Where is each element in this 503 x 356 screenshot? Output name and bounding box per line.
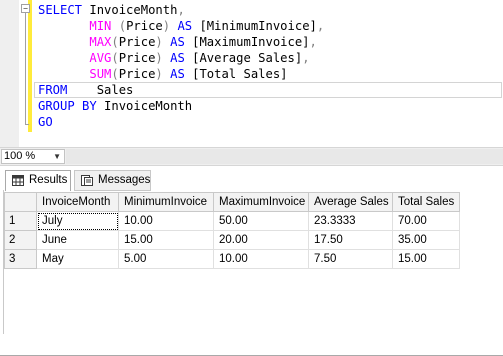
code-token: ) — [162, 19, 171, 33]
grid-cell[interactable]: July — [36, 211, 119, 231]
grid-cell[interactable]: 20.00 — [213, 230, 309, 250]
code-token: InvoiceMonth — [89, 3, 178, 17]
code-token: AS — [162, 67, 193, 81]
code-token: MIN — [89, 19, 112, 33]
code-token: Price — [126, 19, 163, 33]
table-row[interactable]: 3 May 5.00 10.00 7.50 15.00 — [4, 249, 460, 269]
table-row[interactable]: 2 June 15.00 20.00 17.50 35.00 — [4, 230, 460, 250]
outline-line — [25, 13, 26, 125]
code-token: [MinimumInvoice] — [199, 19, 317, 33]
zoom-value: 100 % — [4, 150, 36, 162]
code-token: AVG — [89, 51, 112, 65]
row-number[interactable]: 1 — [4, 211, 37, 231]
code-token: SELECT — [38, 3, 90, 17]
results-grid[interactable]: InvoiceMonth MinimumInvoice MaximumInvoi… — [4, 192, 460, 269]
code-line[interactable]: AVG(Price) AS [Average Sales], — [38, 50, 310, 66]
corner-cell[interactable] — [4, 192, 37, 212]
results-tab-strip: Results Messages — [0, 165, 503, 356]
table-row[interactable]: 1 July 10.00 50.00 23.3333 70.00 — [4, 211, 460, 231]
grid-cell[interactable]: 5.00 — [118, 249, 214, 269]
code-token: Price — [118, 35, 156, 49]
grid-icon — [12, 175, 24, 186]
code-token: Price — [118, 51, 156, 65]
grid-cell[interactable]: 15.00 — [392, 249, 460, 269]
code-token: InvoiceMonth — [104, 99, 193, 113]
code-token: AS — [170, 19, 200, 33]
grid-cell[interactable]: 15.00 — [118, 230, 214, 250]
code-line[interactable]: FROM Sales — [38, 82, 133, 98]
grid-cell[interactable]: May — [36, 249, 119, 269]
code-token: , — [309, 35, 317, 49]
tab-messages[interactable]: Messages — [74, 170, 151, 191]
grid-cell[interactable]: 70.00 — [392, 211, 460, 231]
tab-results-label: Results — [29, 174, 68, 186]
code-token: , — [302, 51, 310, 65]
column-header[interactable]: Average Sales — [308, 192, 393, 212]
grid-cell[interactable]: 10.00 — [213, 249, 309, 269]
code-token: ( — [111, 35, 119, 49]
code-token: [Total Sales] — [192, 67, 288, 81]
code-token: ( — [111, 67, 119, 81]
code-token: Sales — [67, 83, 134, 97]
column-header[interactable]: MinimumInvoice — [118, 192, 214, 212]
code-token: ( — [111, 19, 127, 33]
tab-messages-label: Messages — [98, 174, 151, 186]
row-number[interactable]: 3 — [4, 249, 37, 269]
code-token: FROM — [38, 83, 68, 97]
code-token: [MaximumInvoice] — [192, 35, 310, 49]
grid-cell[interactable]: 50.00 — [213, 211, 309, 231]
zoom-bar: 100 % ▼ — [0, 147, 503, 166]
code-line[interactable]: SELECT InvoiceMonth, — [38, 2, 185, 18]
code-token: MAX — [89, 35, 112, 49]
code-token: ) — [155, 67, 163, 81]
column-header[interactable]: Total Sales — [392, 192, 460, 212]
code-token: GROUP BY — [38, 99, 105, 113]
code-line[interactable]: GROUP BY InvoiceMonth — [38, 98, 192, 114]
code-token: Price — [118, 67, 156, 81]
code-token: [Average Sales] — [192, 51, 303, 65]
code-token: ( — [111, 51, 119, 65]
editor-gutter — [0, 0, 19, 147]
horizontal-scrollbar[interactable] — [66, 149, 503, 164]
zoom-dropdown[interactable]: 100 % ▼ — [1, 149, 65, 164]
change-tracking-bar — [28, 0, 32, 132]
code-line[interactable]: MIN (Price) AS [MinimumInvoice], — [38, 18, 324, 34]
grid-cell[interactable]: 23.3333 — [308, 211, 393, 231]
query-editor[interactable]: − SELECT InvoiceMonth, MIN (Price) AS [M… — [0, 0, 503, 147]
column-header[interactable]: MaximumInvoice — [213, 192, 309, 212]
code-line[interactable]: GO — [38, 114, 53, 130]
grid-header-row: InvoiceMonth MinimumInvoice MaximumInvoi… — [4, 192, 460, 212]
grid-cell[interactable]: June — [36, 230, 119, 250]
collapse-icon[interactable]: − — [21, 4, 30, 13]
code-line[interactable]: MAX(Price) AS [MaximumInvoice], — [38, 34, 317, 50]
code-token: ) — [155, 51, 163, 65]
code-line[interactable]: SUM(Price) AS [Total Sales] — [38, 66, 288, 82]
code-token: GO — [38, 115, 53, 129]
code-token: , — [316, 19, 325, 33]
row-number[interactable]: 2 — [4, 230, 37, 250]
column-header[interactable]: InvoiceMonth — [36, 192, 119, 212]
code-token: AS — [162, 35, 193, 49]
code-token: SUM — [89, 67, 112, 81]
messages-icon — [81, 175, 93, 186]
grid-cell[interactable]: 35.00 — [392, 230, 460, 250]
grid-cell[interactable]: 10.00 — [118, 211, 214, 231]
grid-cell[interactable]: 7.50 — [308, 249, 393, 269]
code-token: , — [177, 3, 185, 17]
code-token: AS — [162, 51, 193, 65]
code-token: ) — [155, 35, 163, 49]
tab-results[interactable]: Results — [5, 170, 71, 191]
chevron-down-icon: ▼ — [53, 152, 61, 161]
outline-end — [25, 124, 29, 125]
grid-cell[interactable]: 17.50 — [308, 230, 393, 250]
